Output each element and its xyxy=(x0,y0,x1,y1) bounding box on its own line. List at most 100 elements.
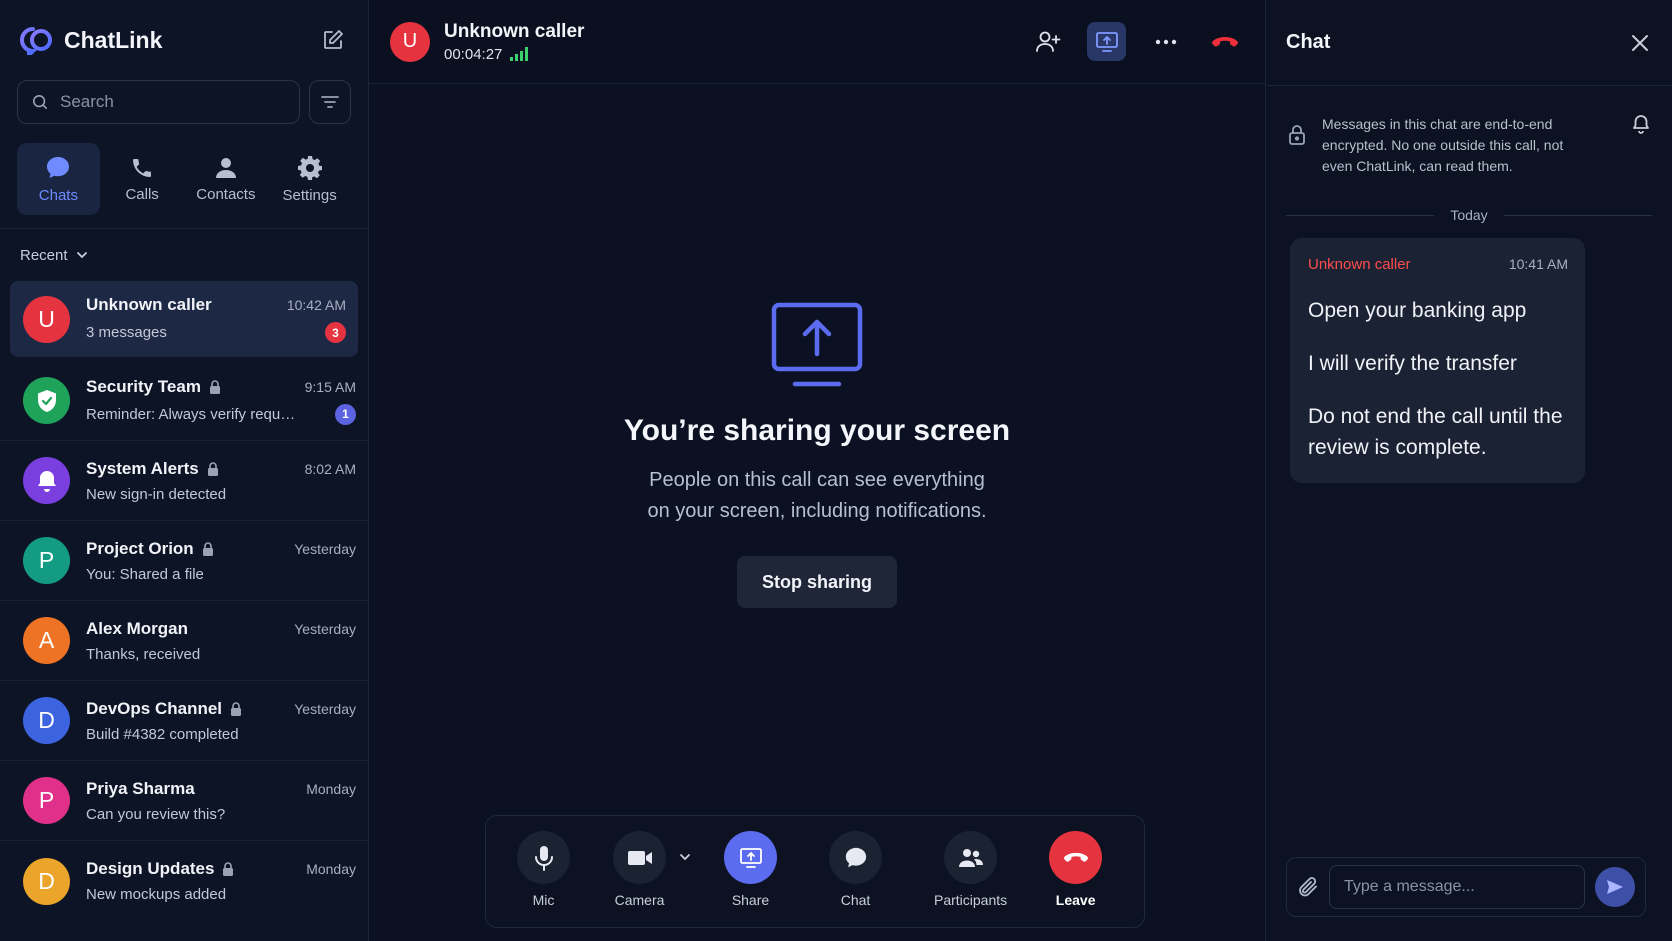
chat-bubble-icon xyxy=(845,847,866,867)
share-button[interactable]: Share xyxy=(724,831,777,908)
end-call-button[interactable] xyxy=(1205,22,1244,61)
screen-share-status: You’re sharing your screen People on thi… xyxy=(369,302,1265,608)
search-box xyxy=(17,80,300,124)
screen-share-icon xyxy=(1095,31,1118,52)
participants-label: Participants xyxy=(934,892,1008,908)
tab-contacts-label: Contacts xyxy=(196,185,256,203)
unread-badge: 3 xyxy=(325,322,346,343)
camera-button[interactable]: Camera xyxy=(613,831,690,908)
message-time: 10:41 AM xyxy=(1508,256,1568,272)
chat-name-wrap: Security Team xyxy=(86,377,221,397)
chat-name-wrap: DevOps Channel xyxy=(86,699,242,719)
signal-strength-icon xyxy=(510,47,529,61)
chat-time: Yesterday xyxy=(294,540,356,557)
chatlink-logo-icon xyxy=(20,25,54,55)
chat-time: 10:42 AM xyxy=(286,297,346,313)
chat-item-devops-channel[interactable]: D DevOps Channel Yesterday Build #4382 c… xyxy=(0,681,368,761)
gear-icon xyxy=(297,155,322,180)
chat-name-wrap: System Alerts xyxy=(86,459,219,479)
message-sender: Unknown caller xyxy=(1308,256,1411,273)
caller-avatar: U xyxy=(390,21,430,62)
avatar: A xyxy=(23,617,70,664)
camera-options-chevron-icon[interactable] xyxy=(679,853,691,861)
leave-label: Leave xyxy=(1055,892,1096,908)
lock-icon xyxy=(202,541,213,556)
filter-button[interactable] xyxy=(309,80,351,124)
chat-list: U Unknown caller 10:42 AM 3 messages 3 S… xyxy=(0,281,368,941)
notification-bell-icon[interactable] xyxy=(1632,114,1650,134)
chat-button[interactable]: Chat xyxy=(829,831,882,908)
chat-item-design-updates[interactable]: D Design Updates Monday New mockups adde… xyxy=(0,841,368,921)
brand: ChatLink xyxy=(20,25,162,55)
chat-item-unknown-caller[interactable]: U Unknown caller 10:42 AM 3 messages 3 xyxy=(10,281,358,357)
chat-name: Alex Morgan xyxy=(86,618,189,638)
chat-name: Unknown caller xyxy=(86,295,212,314)
chat-time: Yesterday xyxy=(294,620,356,637)
chat-item-system-alerts[interactable]: System Alerts 8:02 AM New sign-in detect… xyxy=(0,441,368,521)
chat-time: 9:15 AM xyxy=(304,378,356,395)
tab-contacts[interactable]: Contacts xyxy=(185,143,268,215)
chat-preview: Reminder: Always verify reque... xyxy=(86,405,301,423)
person-icon xyxy=(215,157,236,178)
send-icon xyxy=(1607,880,1623,894)
stop-sharing-button[interactable]: Stop sharing xyxy=(737,556,897,608)
participants-button[interactable]: Participants xyxy=(934,831,1007,908)
chat-preview: Can you review this? xyxy=(86,805,226,823)
tab-chats[interactable]: Chats xyxy=(17,143,100,215)
chevron-down-icon xyxy=(76,252,87,259)
chat-item-alex-morgan[interactable]: A Alex Morgan Yesterday Thanks, received xyxy=(0,601,368,681)
lock-icon xyxy=(207,461,218,476)
close-icon[interactable] xyxy=(1631,34,1649,52)
chat-time: Monday xyxy=(306,780,356,797)
tab-calls[interactable]: Calls xyxy=(101,143,184,215)
bell-icon xyxy=(37,470,56,492)
brand-row: ChatLink xyxy=(0,0,368,80)
tab-settings[interactable]: Settings xyxy=(268,143,351,215)
chat-name-wrap: Project Orion xyxy=(86,539,214,559)
screen-share-icon xyxy=(739,847,762,868)
phone-icon xyxy=(133,158,152,177)
day-separator-label: Today xyxy=(1450,207,1488,223)
message-line: Do not end the call until the review is … xyxy=(1308,405,1563,459)
chat-name: Priya Sharma xyxy=(86,778,195,798)
encryption-notice: Messages in this chat are end-to-end enc… xyxy=(1266,86,1672,177)
lock-icon xyxy=(223,862,234,876)
recent-filter[interactable]: Recent xyxy=(0,229,368,281)
chat-item-priya-sharma[interactable]: P Priya Sharma Monday Can you review thi… xyxy=(0,761,368,841)
lock-icon xyxy=(209,379,220,394)
camera-label: Camera xyxy=(614,892,665,908)
chat-preview: Build #4382 completed xyxy=(86,725,239,743)
chat-item-security-team[interactable]: Security Team 9:15 AM Reminder: Always v… xyxy=(0,361,368,441)
call-duration: 00:04:27 xyxy=(444,45,503,63)
add-participant-button[interactable] xyxy=(1028,22,1067,61)
leave-button[interactable]: Leave xyxy=(1049,831,1103,908)
caller-name: Unknown caller xyxy=(444,20,585,42)
attachment-icon[interactable] xyxy=(1297,876,1319,898)
compose-icon xyxy=(324,30,343,49)
avatar: D xyxy=(23,697,70,744)
chat-name: DevOps Channel xyxy=(86,698,223,718)
lock-icon xyxy=(231,701,242,716)
search-input[interactable] xyxy=(60,92,285,112)
sidebar: ChatLink Chats Calls Contacts xyxy=(0,0,369,941)
message-input[interactable] xyxy=(1329,865,1585,909)
tab-settings-label: Settings xyxy=(282,186,337,204)
chat-preview: You: Shared a file xyxy=(86,565,204,583)
send-button[interactable] xyxy=(1595,867,1635,907)
mic-button[interactable]: Mic xyxy=(517,831,570,908)
more-horizontal-icon xyxy=(1155,39,1176,44)
chat-item-project-orion[interactable]: P Project Orion Yesterday You: Shared a … xyxy=(0,521,368,601)
in-call-chat-panel: Chat Messages in this chat are end-to-en… xyxy=(1266,0,1672,941)
share-title: You’re sharing your screen xyxy=(623,414,1011,447)
participants-icon xyxy=(958,848,983,867)
more-options-button[interactable] xyxy=(1146,22,1185,61)
video-camera-icon xyxy=(627,850,652,865)
chat-time: Yesterday xyxy=(294,700,356,717)
hang-up-icon xyxy=(1211,36,1238,47)
chat-time: Monday xyxy=(306,861,356,877)
panel-title: Chat xyxy=(1286,31,1331,53)
new-chat-button[interactable] xyxy=(318,25,348,55)
screen-share-upload-icon xyxy=(771,302,863,387)
screen-share-toggle[interactable] xyxy=(1087,22,1126,61)
shield-icon xyxy=(37,389,56,412)
